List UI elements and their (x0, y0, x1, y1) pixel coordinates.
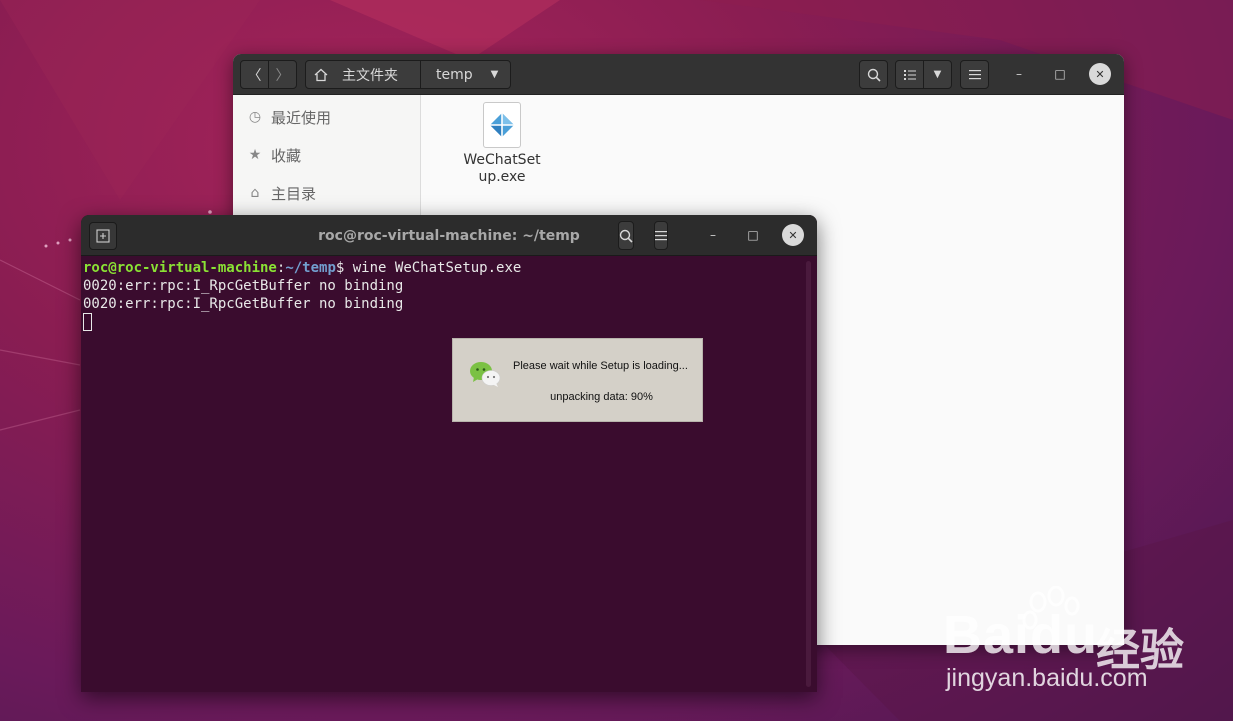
setup-loading-dialog: Please wait while Setup is loading... un… (452, 338, 703, 422)
minimize-icon: – (1016, 67, 1022, 81)
text-cursor (83, 313, 92, 331)
terminal-window: roc@roc-virtual-machine: ~/temp – □ ✕ ro… (81, 215, 817, 692)
search-button[interactable] (859, 60, 888, 89)
terminal-output[interactable]: roc@roc-virtual-machine:~/temp$ wine WeC… (81, 256, 817, 692)
maximize-icon: □ (747, 228, 759, 242)
chevron-right-icon: 〉 (275, 67, 290, 84)
hamburger-icon (968, 70, 981, 80)
minimize-button[interactable]: – (1008, 63, 1030, 85)
watermark-url: jingyan.baidu.com (946, 664, 1148, 692)
search-icon (619, 229, 633, 243)
output-line: 0020:err:rpc:I_RpcGetBuffer no binding (83, 278, 404, 294)
exe-file-icon (483, 102, 521, 148)
sidebar-item-label: 收藏 (271, 146, 302, 165)
caret-down-icon: ▼ (933, 69, 942, 80)
prompt-user: roc@roc-virtual-machine (83, 260, 277, 276)
search-icon (867, 68, 881, 82)
new-tab-icon (96, 229, 110, 243)
setup-status: unpacking data: 90% (550, 391, 653, 403)
hamburger-icon (655, 231, 667, 241)
back-button[interactable]: 〈 (240, 60, 269, 89)
close-icon: ✕ (1095, 67, 1105, 81)
sidebar-item-home[interactable]: ⌂ 主目录 (233, 175, 421, 211)
file-item[interactable]: WeChatSet up.exe (459, 102, 545, 186)
home-icon: ⌂ (250, 185, 260, 201)
view-options-button[interactable]: ▼ (923, 60, 952, 89)
setup-message: Please wait while Setup is loading... (513, 360, 688, 372)
terminal-maximize-button[interactable]: □ (742, 224, 764, 246)
caret-down-icon: ▼ (490, 69, 499, 80)
breadcrumb-current[interactable]: temp ▼ (420, 60, 511, 89)
breadcrumb-home-label: 主文件夹 (342, 67, 398, 84)
breadcrumb-home[interactable]: 主文件夹 (305, 60, 421, 89)
watermark-brand: Baidu (943, 605, 1099, 665)
forward-button[interactable]: 〉 (268, 60, 297, 89)
sidebar-item-label: 最近使用 (271, 108, 332, 127)
close-button[interactable]: ✕ (1089, 63, 1111, 85)
terminal-search-button[interactable] (618, 221, 634, 250)
new-tab-button[interactable] (89, 222, 117, 250)
main-menu-button[interactable] (960, 60, 989, 89)
terminal-close-button[interactable]: ✕ (782, 224, 804, 246)
terminal-minimize-button[interactable]: – (702, 224, 724, 246)
view-list-button[interactable] (895, 60, 924, 89)
breadcrumb-current-label: temp (436, 66, 473, 83)
clock-icon: ◷ (248, 109, 262, 125)
minimize-icon: – (710, 228, 716, 242)
sidebar-item-starred[interactable]: ★ 收藏 (233, 137, 421, 173)
close-icon: ✕ (788, 228, 798, 242)
chevron-left-icon: 〈 (247, 67, 262, 84)
sidebar-item-label: 主目录 (271, 184, 317, 203)
star-icon: ★ (248, 147, 262, 163)
sidebar-item-recent[interactable]: ◷ 最近使用 (233, 99, 421, 135)
terminal-menu-button[interactable] (654, 221, 668, 250)
list-view-icon (903, 69, 916, 80)
file-manager-headerbar: 〈 〉 主文件夹 temp ▼ ▼ – □ ✕ (233, 54, 1124, 95)
command-text: wine WeChatSetup.exe (352, 260, 522, 276)
prompt-path: ~/temp (285, 260, 336, 276)
output-line: 0020:err:rpc:I_RpcGetBuffer no binding (83, 296, 404, 312)
terminal-headerbar: roc@roc-virtual-machine: ~/temp – □ ✕ (81, 215, 817, 256)
home-icon (314, 68, 328, 81)
maximize-button[interactable]: □ (1049, 63, 1071, 85)
maximize-icon: □ (1054, 67, 1066, 81)
prompt-dollar: $ (335, 260, 353, 276)
wechat-icon (470, 362, 501, 387)
terminal-scrollbar[interactable] (806, 261, 811, 687)
file-name: WeChatSet up.exe (463, 152, 541, 185)
